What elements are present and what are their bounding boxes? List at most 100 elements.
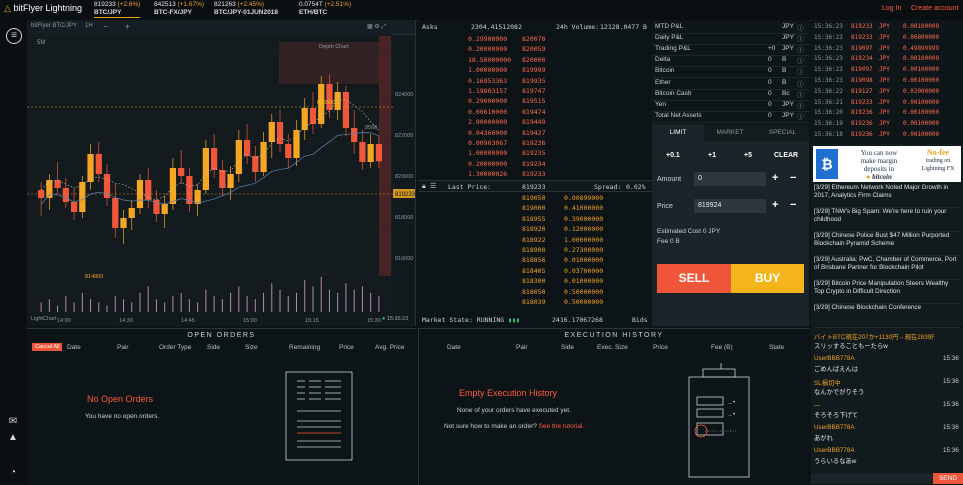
chart-interval-select[interactable]: 1H [85, 23, 93, 29]
chart-pair-label[interactable]: bitFlyer BTC/JPY [31, 23, 77, 29]
ticker-btc-jpy[interactable]: 819233 (+2.6%) BTC/JPY [94, 1, 141, 18]
candle [161, 204, 168, 214]
trade-time: 15:36:23 [814, 66, 843, 74]
ticker-btc-futures[interactable]: 821263 (+2.45%) BTC/JPY-01JUN2018 [214, 1, 278, 17]
ask-row[interactable]: 1.19803157 819747 [418, 86, 652, 96]
info-icon[interactable]: ⓘ [797, 111, 804, 121]
bid-row[interactable]: 818920 0.12000000 [418, 224, 652, 234]
clear-button[interactable]: CLEAR [774, 152, 798, 159]
bid-row[interactable]: 818405 0.03700000 [418, 266, 652, 276]
increment-5-button[interactable]: +5 [744, 152, 752, 159]
ask-row[interactable]: 0.29000000 819515 [418, 96, 652, 106]
volume-24h-value: 12128.0477 B [600, 23, 647, 31]
chat-send-button[interactable]: SEND [933, 473, 963, 484]
trade-row: 15:36:23 819097 JPY 0.00100000 [811, 65, 963, 75]
bid-row[interactable]: 818900 0.27300000 [418, 245, 652, 255]
create-account-link[interactable]: Create account [911, 5, 958, 12]
chat-input[interactable] [811, 473, 933, 484]
tab-market[interactable]: MARKET [704, 124, 756, 141]
buy-button[interactable]: BUY [731, 264, 804, 293]
amount-plus-button[interactable]: + [772, 172, 778, 184]
ask-row[interactable]: 18.50000000 820000 [418, 55, 652, 65]
trade-size: 0.00100000 [903, 23, 940, 30]
mail-icon[interactable]: ✉ [6, 415, 20, 429]
login-link[interactable]: Log In [882, 5, 901, 12]
info-icon[interactable]: ⓘ [797, 22, 804, 32]
ask-row[interactable]: 1.00000000 819235 [418, 148, 652, 158]
news-item[interactable]: [3/29] Chinese Police Bust $47 Million P… [814, 232, 960, 256]
info-icon[interactable]: ⓘ [797, 55, 804, 65]
ticker-eth-btc[interactable]: 0.0754T (+2.51%) ETH/BTC [299, 1, 351, 17]
bid-row[interactable]: 818300 0.01000000 [418, 276, 652, 286]
info-icon[interactable]: ⓘ [797, 78, 804, 88]
info-icon[interactable]: ⓘ [797, 44, 804, 54]
bid-row[interactable]: 819050 0.00899000 [418, 193, 652, 203]
tutorial-link[interactable]: See the tutorial. [539, 423, 585, 430]
chat-username[interactable]: UserBBB778A [814, 447, 934, 454]
volume-bar [296, 292, 297, 312]
bid-row[interactable]: 818955 0.39000000 [418, 214, 652, 224]
ask-row[interactable]: 2.00000000 819449 [418, 117, 652, 127]
news-item[interactable]: [3/29] Chinese Blockchain Conference [814, 304, 960, 328]
ask-row[interactable]: 1.30000026 819233 [418, 169, 652, 179]
price-plus-button[interactable]: + [772, 199, 778, 211]
volume-bar [106, 305, 108, 312]
ticker-btcfx-jpy[interactable]: 842513 (+1.67%) BTC-FX/JPY [154, 1, 204, 17]
chat-username[interactable]: バイトBTC現在207か+1130円→現在2839円) [814, 332, 934, 341]
chat-username[interactable]: UserBBB778A [814, 424, 934, 431]
info-icon[interactable]: ⓘ [797, 89, 804, 99]
bid-row[interactable]: 818050 0.50000000 [418, 287, 652, 297]
candlestick-chart[interactable]: 5M Depth Chart 823500 814800 8560 819233… [27, 34, 415, 326]
bid-row[interactable]: 818856 0.01000000 [418, 255, 652, 265]
info-icon[interactable]: ⓘ [797, 100, 804, 110]
ask-row[interactable]: 0.20000000 820059 [418, 44, 652, 54]
ask-row[interactable]: 1.00000000 819999 [418, 65, 652, 75]
bid-row[interactable]: 818922 1.00000000 [418, 235, 652, 245]
cancel-all-button[interactable]: Cancel All [32, 343, 63, 351]
bid-row[interactable]: 819000 0.41000000 [418, 203, 652, 213]
chat-username[interactable]: ー [814, 401, 934, 410]
price-minus-button[interactable]: − [790, 199, 796, 211]
zoom-in-icon[interactable]: + [125, 22, 130, 31]
app-logo[interactable]: △ bitFlyer Lightning [4, 3, 82, 14]
chart-settings-icon[interactable]: ▦ ⚙ ⤢ [367, 23, 386, 31]
news-item[interactable]: [3/29] Australia: PwC, Chamber of Commer… [814, 256, 960, 280]
trade-row: 15:36:23 819233 JPY 0.00100000 [811, 22, 963, 32]
ask-row[interactable]: 0.00903067 819236 [418, 138, 652, 148]
pnl-unit: B [782, 67, 787, 75]
ask-row[interactable]: 0.16953363 819935 [418, 76, 652, 86]
ask-row[interactable]: 0.04360000 819427 [418, 128, 652, 138]
zoom-out-icon[interactable]: − [103, 22, 108, 31]
bitcoin-margin-ad[interactable]: ₿ You can now make margin deposits in ● bi… [813, 146, 961, 182]
tab-special[interactable]: SPECIAL [756, 124, 809, 141]
info-icon[interactable]: ⓘ [797, 33, 804, 43]
ask-row[interactable]: 0.00610000 819474 [418, 107, 652, 117]
svg-text:→•: →• [727, 400, 735, 406]
bid-row[interactable]: 818039 0.50000000 [418, 297, 652, 307]
bid-size: 0.12000000 [564, 225, 604, 234]
open-orders-col-header: Side [207, 344, 221, 351]
candle [211, 148, 218, 170]
chat-username[interactable]: UserBBB778A [814, 355, 934, 362]
candle [62, 188, 69, 202]
menu-icon[interactable]: ≡ [6, 28, 22, 44]
pnl-unit: JPY [782, 45, 794, 53]
amount-minus-button[interactable]: − [790, 172, 796, 184]
price-input[interactable]: 819924 [694, 199, 766, 213]
lock-icon[interactable]: 🔒︎ ☰ [422, 182, 436, 191]
news-item[interactable]: [3/29] Bitcoin Price Manipulation Steers… [814, 280, 960, 304]
wifi-icon[interactable]: ◔ [6, 466, 20, 480]
info-icon[interactable]: ⓘ [797, 66, 804, 76]
news-item[interactable]: [3/29] TNW's Big Spam: We're here to rui… [814, 208, 960, 232]
increment-0.1-button[interactable]: +0.1 [666, 152, 680, 159]
tab-limit[interactable]: LIMIT [652, 124, 704, 141]
ask-row[interactable]: 0.20000000 819234 [418, 159, 652, 169]
ask-row[interactable]: 0.29900000 820070 [418, 34, 652, 44]
chat-username[interactable]: SL損切中 [814, 378, 934, 387]
pnl-value: 0 [768, 67, 772, 75]
amount-input[interactable]: 0 [694, 172, 766, 186]
increment-1-button[interactable]: +1 [708, 152, 716, 159]
sell-button[interactable]: SELL [657, 264, 731, 293]
news-item[interactable]: [3/29] Ethereum Network Noted Major Grow… [814, 184, 960, 208]
graduation-cap-icon[interactable]: ▲ [6, 431, 20, 445]
